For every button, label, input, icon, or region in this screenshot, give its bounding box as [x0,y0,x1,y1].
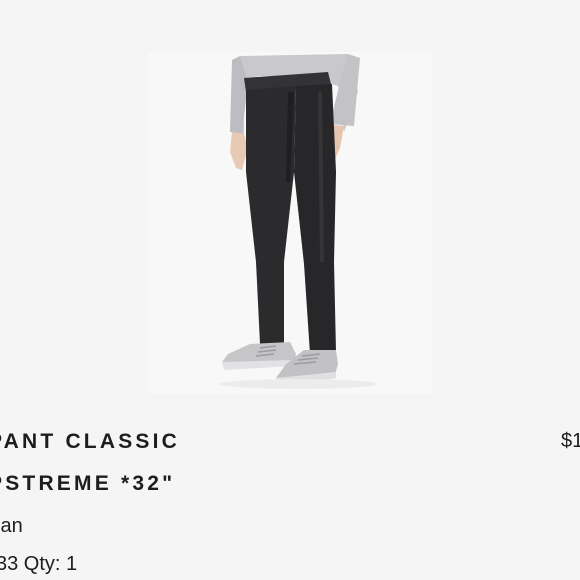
product-title-line2[interactable]: PSTREME *32" [0,472,175,496]
product-card: PANT CLASSIC PSTREME *32" $1 ian 33 Qty:… [0,0,580,580]
product-title-line1[interactable]: PANT CLASSIC [0,430,180,454]
product-color: ian [0,515,23,537]
product-image[interactable] [148,52,432,394]
product-size-qty: 33 Qty: 1 [0,553,78,575]
pants-photo-icon [148,52,432,394]
product-price: $1 [561,430,580,452]
